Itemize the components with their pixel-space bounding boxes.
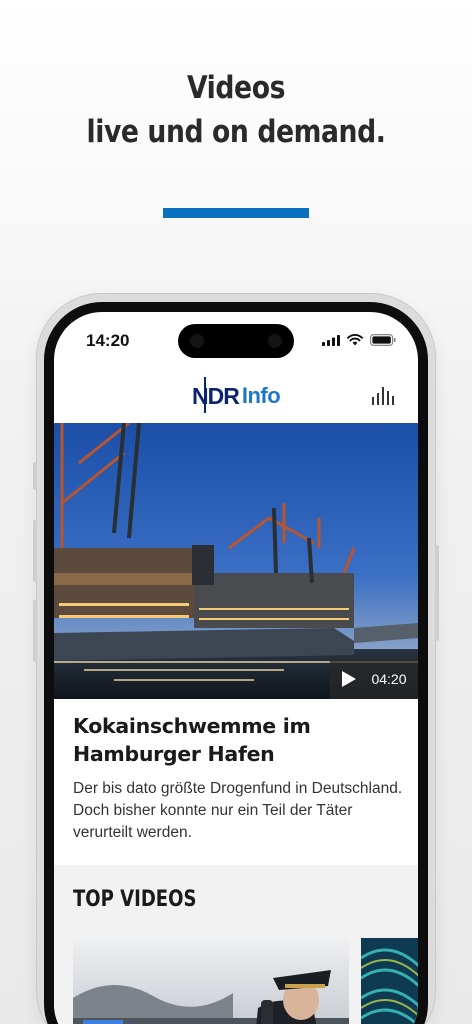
top-videos-section: TOP VIDEOS — [54, 865, 418, 1024]
dynamic-island — [178, 324, 294, 358]
status-time: 14:20 — [86, 331, 130, 350]
logo-info-text: Info — [241, 383, 281, 408]
status-bar: 14:20 — [54, 312, 418, 370]
phone-power-button — [435, 545, 439, 641]
police-officer-image — [73, 938, 349, 1024]
ndr-info-logo[interactable]: NDR Info — [192, 376, 281, 416]
top-video-card[interactable] — [361, 938, 418, 1024]
promo-headline: Videos live und on demand. — [33, 66, 439, 154]
promo-headline-line1: Videos — [186, 70, 286, 106]
featured-video-thumbnail[interactable]: 04:20 — [54, 423, 418, 699]
cellular-signal-icon — [322, 334, 340, 346]
abstract-lines-image — [361, 938, 418, 1024]
top-video-card[interactable] — [73, 938, 349, 1024]
promo-accent-bar — [163, 208, 309, 218]
phone-volume-down-button — [33, 600, 37, 662]
phone-volume-up-button — [33, 520, 37, 582]
video-duration: 04:20 — [371, 671, 407, 687]
featured-video-teaser: Der bis dato größte Drogenfund in Deutsc… — [73, 780, 403, 841]
promo-headline-line2: live und on demand. — [86, 114, 386, 150]
featured-video-title[interactable]: Kokainschwemme im Hamburger Hafen — [73, 712, 403, 768]
wifi-icon — [347, 334, 363, 346]
logo-ndr-text: NDR — [192, 376, 240, 413]
phone-screen: 14:20 NDR Info 04:20 Kokainschwemme im H… — [54, 312, 418, 1024]
container-ship-image — [54, 423, 418, 699]
top-videos-heading: TOP VIDEOS — [73, 887, 197, 912]
video-duration-badge: 04:20 — [330, 659, 418, 699]
audio-levels-icon[interactable] — [370, 383, 396, 409]
battery-icon — [370, 334, 396, 346]
status-icons — [322, 334, 396, 346]
play-icon[interactable] — [341, 670, 357, 688]
phone-mute-switch — [33, 462, 37, 490]
app-header: NDR Info — [54, 370, 418, 423]
